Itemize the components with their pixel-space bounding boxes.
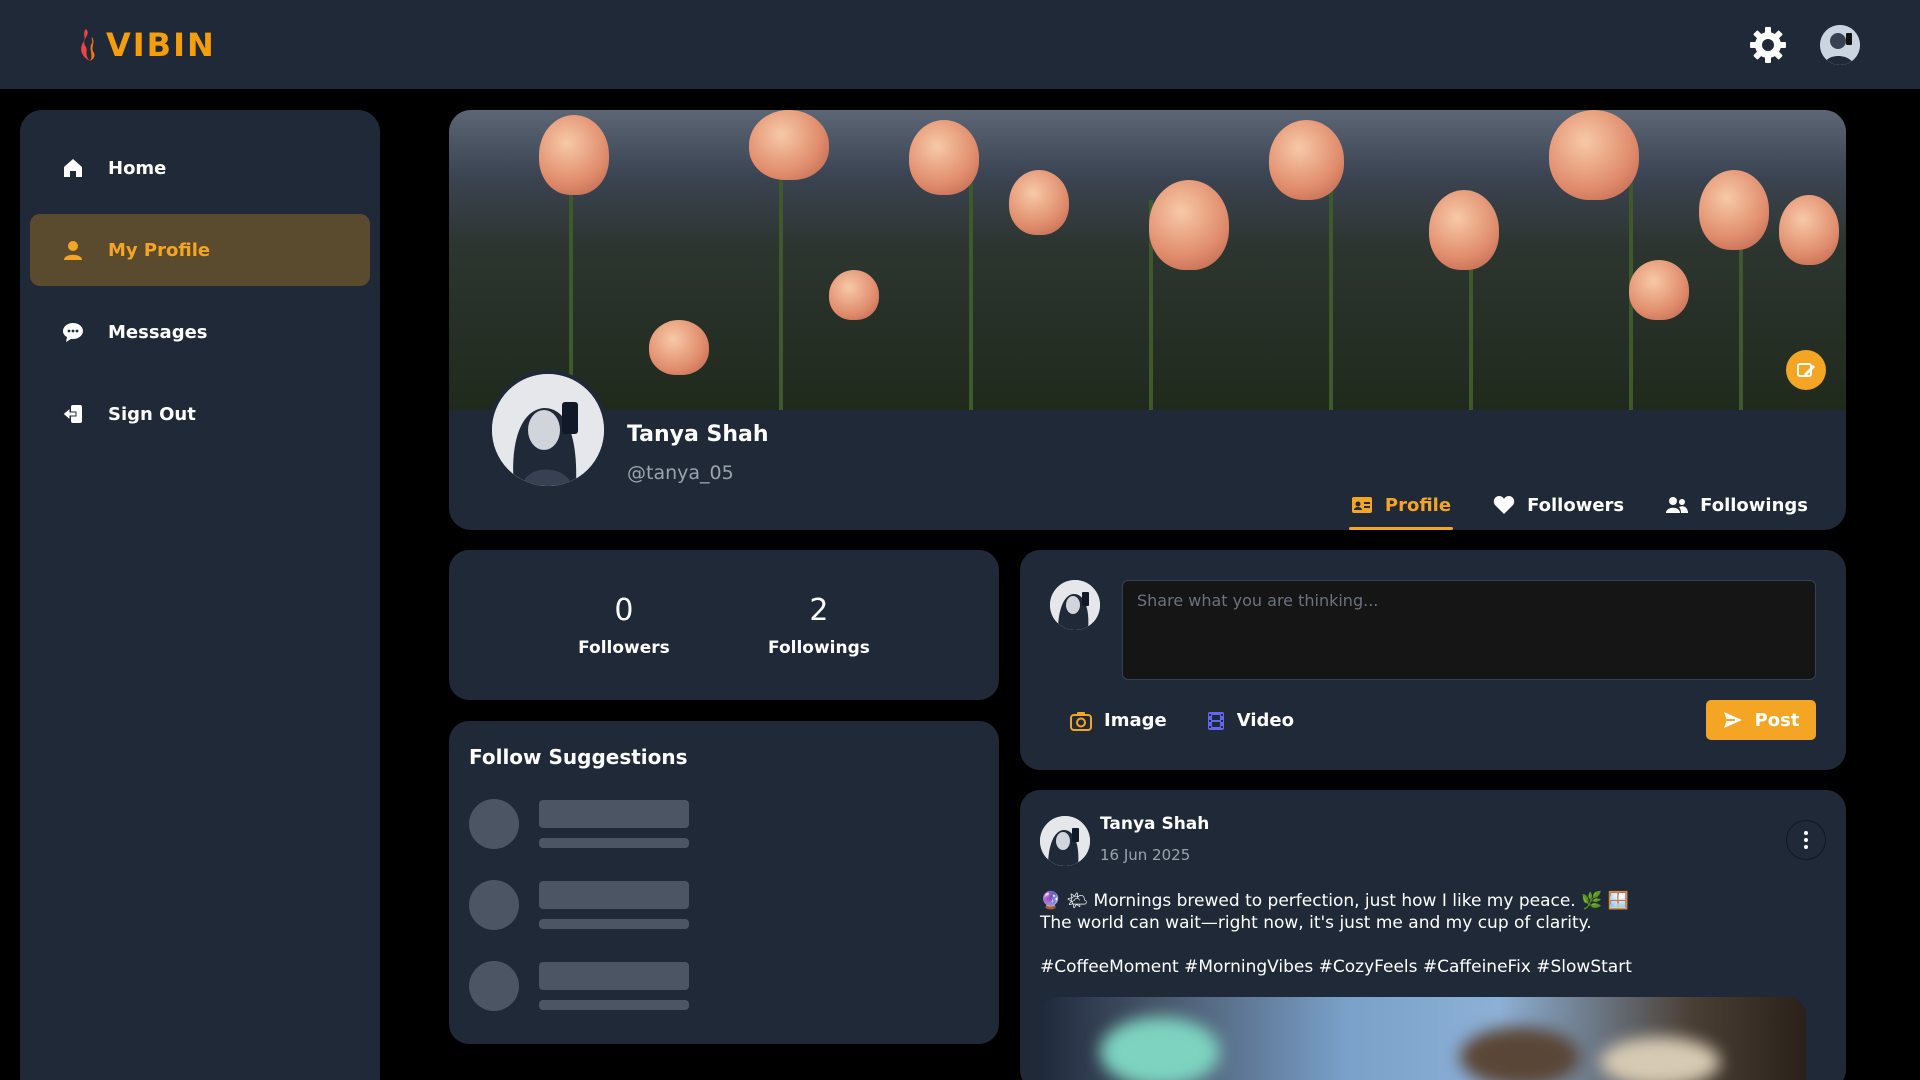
avatar-image <box>1050 580 1100 630</box>
flame-icon <box>81 28 95 61</box>
logo-text: VIBIN <box>106 25 216 64</box>
post-body: 🔮 🌤 Mornings brewed to perfection, just … <box>1040 890 1820 934</box>
skeleton-line <box>539 962 689 990</box>
profile-avatar[interactable] <box>488 370 608 490</box>
post-date: 16 Jun 2025 <box>1100 846 1191 864</box>
followings-count: 2 <box>809 592 829 628</box>
tab-followings[interactable]: Followings <box>1666 480 1808 530</box>
avatar-image <box>1820 24 1860 65</box>
post-label: Post <box>1754 709 1800 731</box>
sidebar-item-label: Sign Out <box>108 403 196 425</box>
video-label: Video <box>1236 710 1294 731</box>
suggestions-title: Follow Suggestions <box>469 745 688 769</box>
tab-followers[interactable]: Followers <box>1493 480 1624 530</box>
sidebar-item-my-profile[interactable]: My Profile <box>30 214 370 286</box>
media-buttons: Image Video <box>1070 710 1294 731</box>
suggestion-skeleton <box>469 961 979 1011</box>
skeleton-avatar <box>469 880 519 930</box>
avatar-image <box>492 374 604 486</box>
add-video-button[interactable]: Video <box>1207 710 1294 731</box>
profile-tabs: Profile Followers Followings <box>1348 480 1808 530</box>
post-button[interactable]: Post <box>1706 700 1816 740</box>
heart-icon <box>1493 496 1515 514</box>
stats-card: 0 Followers 2 Followings <box>449 550 999 700</box>
home-icon <box>60 155 86 181</box>
sidebar-item-label: Messages <box>108 321 208 343</box>
followers-stat[interactable]: 0 Followers <box>578 593 670 658</box>
skeleton-line <box>539 919 689 929</box>
profile-header-card: Tanya Shah @tanya_05 Profile Followers F… <box>449 110 1846 530</box>
post-options-button[interactable] <box>1786 820 1826 860</box>
followings-label: Followings <box>768 637 870 658</box>
sidebar-item-home[interactable]: Home <box>30 132 370 204</box>
sidebar: Home My Profile Messages Sign Out <box>20 110 380 1080</box>
skeleton-line <box>539 838 689 848</box>
sidebar-item-label: My Profile <box>108 239 211 261</box>
tab-label: Followers <box>1527 494 1625 516</box>
image-label: Image <box>1104 710 1167 731</box>
post-line: 🔮 🌤 Mornings brewed to perfection, just … <box>1040 891 1629 911</box>
sidebar-item-label: Home <box>108 157 167 179</box>
post-composer: Image Video Post <box>1020 550 1846 770</box>
user-avatar[interactable] <box>1820 24 1860 65</box>
followers-count: 0 <box>614 592 634 628</box>
film-icon <box>1207 711 1224 730</box>
composer-avatar <box>1050 580 1100 630</box>
tab-label: Followings <box>1700 494 1808 516</box>
top-actions <box>1746 23 1860 67</box>
app-logo[interactable]: VIBIN <box>76 26 216 64</box>
post-text-input[interactable] <box>1122 580 1816 680</box>
post-hashtags: #CoffeeMoment #MorningVibes #CozyFeels #… <box>1040 957 1632 977</box>
skeleton-avatar <box>469 799 519 849</box>
followings-stat[interactable]: 2 Followings <box>768 593 870 658</box>
suggestion-skeleton <box>469 799 979 849</box>
id-card-icon <box>1351 497 1372 513</box>
tab-label: Profile <box>1384 494 1452 516</box>
skeleton-avatar <box>469 961 519 1011</box>
camera-icon <box>1070 711 1092 731</box>
tab-profile[interactable]: Profile <box>1348 480 1454 530</box>
more-vertical-icon <box>1804 831 1808 849</box>
sign-out-icon <box>60 401 86 427</box>
post-author-avatar[interactable] <box>1040 816 1090 866</box>
sidebar-item-messages[interactable]: Messages <box>30 296 370 368</box>
profile-name: Tanya Shah <box>627 422 769 447</box>
top-bar: VIBIN <box>0 0 1920 89</box>
add-image-button[interactable]: Image <box>1070 710 1167 731</box>
followers-label: Followers <box>578 637 670 658</box>
cover-photo <box>449 110 1846 410</box>
skeleton-line <box>539 800 689 828</box>
post-image[interactable] <box>1040 997 1806 1080</box>
edit-image-icon <box>1797 363 1815 377</box>
suggestion-skeleton <box>469 880 979 930</box>
user-icon <box>60 237 86 263</box>
chat-icon <box>60 319 86 345</box>
avatar-image <box>1040 816 1090 866</box>
skeleton-line <box>539 1000 689 1010</box>
post-line: The world can wait—right now, it's just … <box>1040 913 1592 933</box>
skeleton-line <box>539 881 689 909</box>
follow-suggestions-card: Follow Suggestions <box>449 721 999 1044</box>
gear-icon <box>1750 26 1786 63</box>
post-author-name[interactable]: Tanya Shah <box>1100 814 1209 834</box>
edit-cover-button[interactable] <box>1786 350 1826 390</box>
profile-handle: @tanya_05 <box>627 462 734 484</box>
post-card: Tanya Shah 16 Jun 2025 🔮 🌤 Mornings brew… <box>1020 790 1846 1080</box>
settings-button[interactable] <box>1746 23 1790 67</box>
send-icon <box>1723 712 1742 728</box>
users-icon <box>1666 497 1689 513</box>
sidebar-item-sign-out[interactable]: Sign Out <box>30 378 370 450</box>
